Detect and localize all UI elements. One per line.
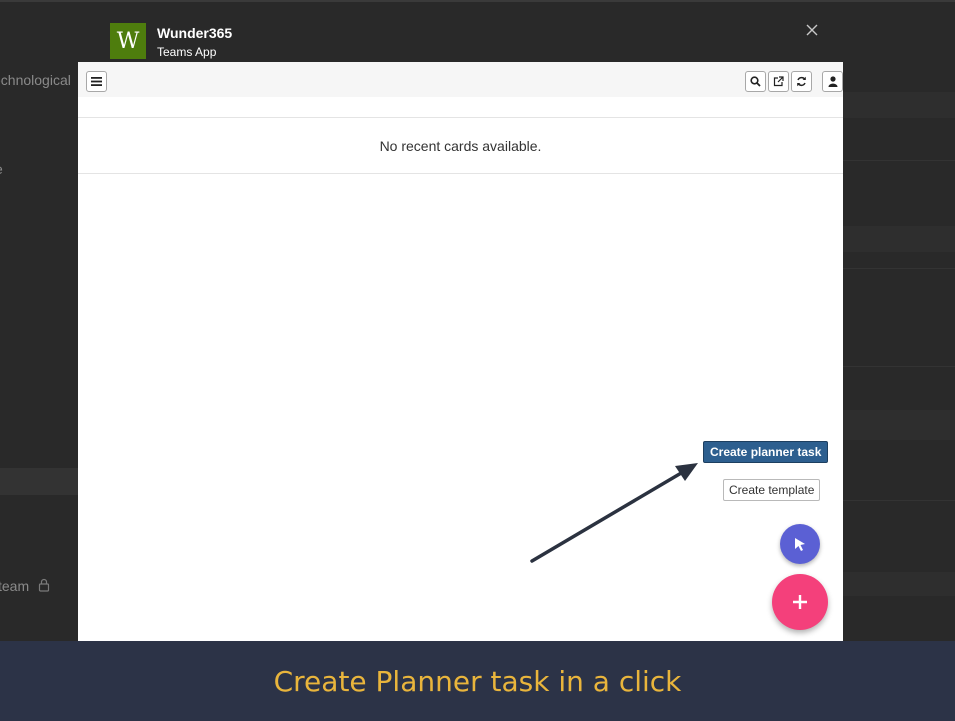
background-divider bbox=[843, 160, 955, 161]
background-right-row bbox=[843, 572, 955, 596]
content-divider bbox=[78, 117, 843, 118]
background-divider bbox=[843, 500, 955, 501]
user-icon bbox=[828, 76, 837, 87]
background-selected-row bbox=[0, 468, 78, 495]
content-divider bbox=[78, 173, 843, 174]
search-button[interactable] bbox=[745, 71, 766, 92]
app-name: Wunder365 bbox=[157, 25, 233, 41]
open-external-button[interactable] bbox=[768, 71, 789, 92]
search-icon bbox=[750, 76, 761, 87]
background-channel-label: e bbox=[0, 161, 3, 177]
caption-text: Create Planner task in a click bbox=[273, 664, 682, 698]
app-subtitle: Teams App bbox=[157, 45, 217, 59]
app-dialog: W Wunder365 Teams App No recent cards av… bbox=[78, 2, 843, 641]
menu-button[interactable] bbox=[86, 71, 107, 92]
background-right-row bbox=[843, 410, 955, 440]
background-right-row bbox=[843, 226, 955, 252]
close-icon[interactable] bbox=[803, 21, 821, 39]
app-toolbar bbox=[78, 62, 843, 97]
add-button[interactable] bbox=[772, 574, 828, 630]
background-divider bbox=[843, 366, 955, 367]
lock-icon bbox=[38, 578, 50, 592]
refresh-button[interactable] bbox=[791, 71, 812, 92]
background-divider bbox=[843, 268, 955, 269]
dialog-header: W Wunder365 Teams App bbox=[78, 2, 843, 62]
background-channel-label: echnological bbox=[0, 72, 71, 88]
app-logo: W bbox=[110, 23, 146, 59]
plus-icon bbox=[793, 595, 807, 609]
background-right-row bbox=[843, 92, 955, 118]
create-template-button[interactable]: Create template bbox=[723, 479, 821, 501]
hamburger-menu-icon bbox=[91, 77, 102, 86]
empty-state-message: No recent cards available. bbox=[379, 138, 542, 154]
rocket-icon bbox=[795, 538, 805, 551]
external-link-icon bbox=[773, 76, 784, 87]
caption-banner: Create Planner task in a click bbox=[0, 641, 955, 721]
user-button[interactable] bbox=[822, 71, 843, 92]
refresh-icon bbox=[797, 76, 806, 87]
annotation-arrow bbox=[530, 463, 698, 563]
background-team-label: team bbox=[0, 578, 30, 594]
create-planner-task-button[interactable]: Create planner task bbox=[703, 441, 829, 463]
quick-action-button[interactable] bbox=[780, 524, 820, 564]
